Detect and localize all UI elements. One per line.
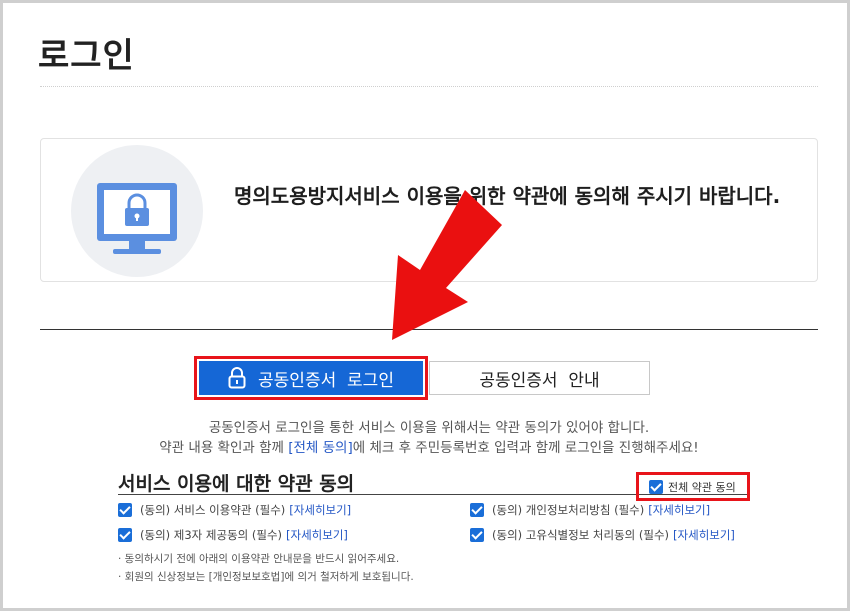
notice-message: 명의도용방지서비스 이용을 위한 약관에 동의해 주시기 바랍니다. <box>234 184 781 208</box>
term-label: (동의) 서비스 이용약관 (필수) <box>140 503 286 517</box>
guide-line-2-after: 에 체크 후 주민등록번호 입력과 함께 로그인을 진행해주세요! <box>352 440 699 456</box>
term-item-service: (동의) 서비스 이용약관 (필수) [자세히보기] <box>118 502 351 518</box>
term-checkbox-service[interactable] <box>118 503 132 517</box>
lock-icon <box>228 367 246 389</box>
all-agree-label: 전체 약관 동의 <box>668 480 736 494</box>
page-title: 로그인 <box>38 36 135 76</box>
cert-login-button[interactable]: 공동인증서 로그인 <box>199 361 423 395</box>
term-detail-link[interactable]: [자세히보기] <box>673 527 735 543</box>
guide-line-2: 약관 내용 확인과 함께 [전체 동의]에 체크 후 주민등록번호 입력과 함께… <box>40 438 818 458</box>
all-agree-highlight: 전체 약관 동의 <box>636 472 750 501</box>
term-checkbox-unique-id[interactable] <box>470 528 484 542</box>
term-item-privacy: (동의) 개인정보처리방침 (필수) [자세히보기] <box>470 502 710 518</box>
cert-login-label: 공동인증서 로그인 <box>258 370 394 391</box>
red-arrow-icon <box>392 190 502 340</box>
monitor-lock-icon <box>71 145 203 277</box>
terms-note: · 동의하시기 전에 아래의 이용약관 안내문을 반드시 읽어주세요. <box>118 553 400 565</box>
term-detail-link[interactable]: [자세히보기] <box>289 502 351 518</box>
guide-line-1: 공동인증서 로그인을 통한 서비스 이용을 위해서는 약관 동의가 있어야 합니… <box>208 420 650 436</box>
cert-login-highlight: 공동인증서 로그인 <box>194 356 428 400</box>
term-detail-link[interactable]: [자세히보기] <box>648 502 710 518</box>
term-checkbox-third-party[interactable] <box>118 528 132 542</box>
guide-line-2-before: 약관 내용 확인과 함께 <box>159 440 289 456</box>
title-divider <box>40 86 818 87</box>
term-item-third-party: (동의) 제3자 제공동의 (필수) [자세히보기] <box>118 527 348 543</box>
guide-all-agree-ref: [전체 동의] <box>288 440 353 456</box>
term-item-unique-id: (동의) 고유식별정보 처리동의 (필수) [자세히보기] <box>470 527 735 543</box>
term-checkbox-privacy[interactable] <box>470 503 484 517</box>
terms-title: 서비스 이용에 대한 약관 동의 <box>118 473 355 495</box>
term-label: (동의) 제3자 제공동의 (필수) <box>140 528 283 542</box>
term-detail-link[interactable]: [자세히보기] <box>286 527 348 543</box>
guide-text: 공동인증서 로그인을 통한 서비스 이용을 위해서는 약관 동의가 있어야 합니… <box>40 418 818 458</box>
cert-guide-label: 공동인증서 안내 <box>479 370 600 391</box>
term-label: (동의) 개인정보처리방침 (필수) <box>492 503 645 517</box>
terms-note: · 회원의 신상정보는 [개인정보보호법]에 의거 철저하게 보호됩니다. <box>118 571 414 583</box>
cert-guide-button[interactable]: 공동인증서 안내 <box>429 361 650 395</box>
all-agree-checkbox[interactable] <box>649 479 663 494</box>
term-label: (동의) 고유식별정보 처리동의 (필수) <box>492 528 670 542</box>
